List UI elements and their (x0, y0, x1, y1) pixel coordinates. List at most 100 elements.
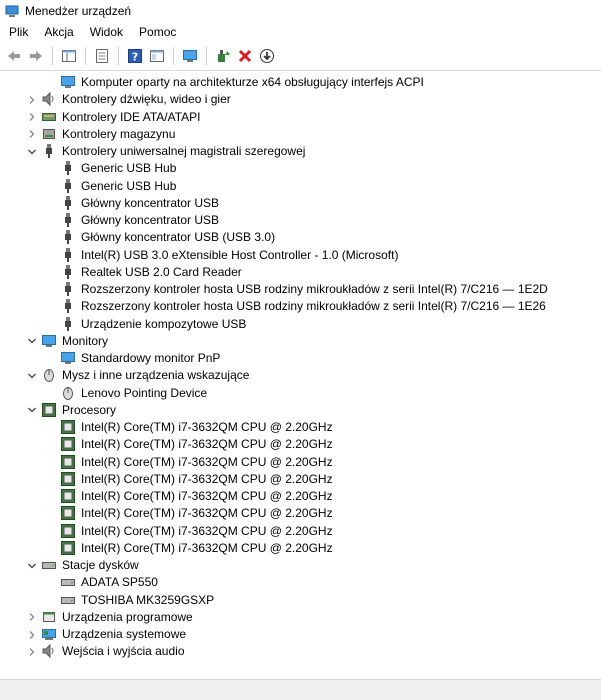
usb-plug-icon (60, 195, 76, 211)
forward-button[interactable] (26, 46, 46, 66)
tree-item-label: Urządzenia systemowe (62, 627, 187, 641)
tree-device[interactable]: Główny koncentrator USB (0, 195, 601, 212)
tree-item-label: Intel(R) Core(TM) i7-3632QM CPU @ 2.20GH… (81, 454, 333, 469)
chevron-right-icon[interactable] (26, 643, 38, 660)
uninstall-device-button[interactable] (257, 46, 277, 66)
tree-device[interactable]: Intel(R) Core(TM) i7-3632QM CPU @ 2.20GH… (0, 505, 601, 522)
tree-item-label: Główny koncentrator USB (USB 3.0) (81, 230, 276, 245)
ide-controller-icon (41, 109, 57, 125)
show-hide-tree-button[interactable] (59, 46, 79, 66)
chevron-down-icon[interactable] (26, 143, 38, 160)
monitor-icon (60, 350, 76, 366)
processor-icon (60, 523, 76, 539)
mouse-icon (41, 367, 57, 383)
chevron-down-icon[interactable] (26, 367, 38, 384)
chevron-right-icon[interactable] (26, 126, 38, 143)
tree-device[interactable]: Intel(R) Core(TM) i7-3632QM CPU @ 2.20GH… (0, 488, 601, 505)
chevron-down-icon[interactable] (26, 557, 38, 574)
tree-category[interactable]: Mysz i inne urządzenia wskazujące (0, 367, 601, 384)
processor-icon (60, 419, 76, 435)
chevron-right-icon[interactable] (26, 109, 38, 126)
monitor-icon (60, 74, 76, 90)
tree-device[interactable]: Urządzenie kompozytowe USB (0, 316, 601, 333)
tree-item-label: Intel(R) Core(TM) i7-3632QM CPU @ 2.20GH… (81, 471, 333, 486)
tree-category[interactable]: Stacje dysków (0, 557, 601, 574)
tree-device[interactable]: Rozszerzony kontroler hosta USB rodziny … (0, 298, 601, 315)
disk-drive-icon (60, 574, 76, 590)
tree-item-label: Kontrolery uniwersalnej magistrali szere… (62, 144, 306, 158)
tree-category[interactable]: Kontrolery uniwersalnej magistrali szere… (0, 143, 601, 160)
menu-pomoc[interactable]: Pomoc (131, 25, 184, 39)
tree-device[interactable]: Intel(R) Core(TM) i7-3632QM CPU @ 2.20GH… (0, 419, 601, 436)
usb-plug-icon (41, 143, 57, 159)
tree-item-label: Monitory (62, 333, 109, 348)
tree-device[interactable]: TOSHIBA MK3259GSXP (0, 592, 601, 609)
tree-category[interactable]: Urządzenia systemowe (0, 626, 601, 643)
tree-item-label: Wejścia i wyjścia audio (62, 644, 185, 659)
help-button[interactable]: ? (125, 46, 145, 66)
mouse-icon (60, 385, 76, 401)
tree-device[interactable]: Intel(R) USB 3.0 eXtensible Host Control… (0, 247, 601, 264)
tree-item-label: Realtek USB 2.0 Card Reader (81, 264, 242, 279)
tree-item-label: Intel(R) Core(TM) i7-3632QM CPU @ 2.20GH… (81, 489, 333, 503)
tree-device[interactable]: Intel(R) Core(TM) i7-3632QM CPU @ 2.20GH… (0, 523, 601, 540)
tree-device[interactable]: Intel(R) Core(TM) i7-3632QM CPU @ 2.20GH… (0, 471, 601, 488)
disk-drive-icon (60, 592, 76, 608)
chevron-down-icon[interactable] (26, 402, 38, 419)
tree-device[interactable]: Rozszerzony kontroler hosta USB rodziny … (0, 281, 601, 298)
speaker-icon (41, 91, 57, 107)
chevron-right-icon[interactable] (26, 91, 38, 108)
status-bar (0, 679, 601, 700)
tree-device[interactable]: Główny koncentrator USB (0, 212, 601, 229)
tree-device[interactable]: Intel(R) Core(TM) i7-3632QM CPU @ 2.20GH… (0, 436, 601, 453)
tree-item-label: Procesory (62, 402, 117, 417)
menu-plik[interactable]: Plik (0, 25, 36, 39)
tree-item-label: ADATA SP550 (81, 575, 158, 590)
tree-category[interactable]: Kontrolery IDE ATA/ATAPI (0, 109, 601, 126)
red-x-icon (238, 49, 252, 63)
console-view-button[interactable] (147, 46, 167, 66)
tree-item-label: Intel(R) USB 3.0 eXtensible Host Control… (81, 247, 399, 262)
menu-widok[interactable]: Widok (82, 25, 131, 39)
speaker-icon (41, 643, 57, 659)
tree-device[interactable]: Lenovo Pointing Device (0, 385, 601, 402)
tree-category[interactable]: Urządzenia programowe (0, 609, 601, 626)
tree-item-label: Generic USB Hub (81, 161, 177, 176)
tree-category[interactable]: Kontrolery dźwięku, wideo i gier (0, 91, 601, 108)
properties-button[interactable] (92, 46, 112, 66)
tree-device[interactable]: Generic USB Hub (0, 178, 601, 195)
window-title: Menedżer urządzeń (25, 4, 132, 18)
tree-item-label: Rozszerzony kontroler hosta USB rodziny … (81, 299, 546, 314)
back-button[interactable] (4, 46, 24, 66)
tree-device[interactable]: Generic USB Hub (0, 160, 601, 177)
menu-akcja[interactable]: Akcja (36, 25, 81, 39)
tree-item-label: Kontrolery magazynu (62, 126, 176, 141)
scan-hardware-button[interactable] (180, 46, 200, 66)
tree-category[interactable]: Wejścia i wyjścia audio (0, 643, 601, 660)
tree-item-label: TOSHIBA MK3259GSXP (81, 592, 215, 607)
processor-icon (60, 471, 76, 487)
tree-device[interactable]: ADATA SP550 (0, 574, 601, 591)
tree-device[interactable]: Intel(R) Core(TM) i7-3632QM CPU @ 2.20GH… (0, 540, 601, 557)
update-driver-button[interactable] (213, 46, 233, 66)
toolbar-separator (118, 47, 119, 65)
chevron-down-icon[interactable] (26, 333, 38, 350)
tree-category[interactable]: Monitory (0, 333, 601, 350)
processor-icon (41, 402, 57, 418)
device-tree[interactable]: Komputer oparty na architekturze x64 obs… (0, 71, 601, 679)
tree-device[interactable]: Realtek USB 2.0 Card Reader (0, 264, 601, 281)
disable-device-button[interactable] (235, 46, 255, 66)
tree-category[interactable]: Procesory (0, 402, 601, 419)
tree-item-label: Mysz i inne urządzenia wskazujące (62, 368, 250, 383)
chevron-right-icon[interactable] (26, 609, 38, 626)
arrow-right-icon (30, 51, 42, 61)
tree-item-label: Generic USB Hub (81, 178, 177, 193)
tree-device[interactable]: Intel(R) Core(TM) i7-3632QM CPU @ 2.20GH… (0, 454, 601, 471)
tree-device[interactable]: Standardowy monitor PnP (0, 350, 601, 367)
tree-category[interactable]: Kontrolery magazynu (0, 126, 601, 143)
tree-device[interactable]: Główny koncentrator USB (USB 3.0) (0, 229, 601, 246)
tree-device[interactable]: Komputer oparty na architekturze x64 obs… (0, 74, 601, 91)
usb-plug-icon (60, 212, 76, 228)
tree-item-label: Intel(R) Core(TM) i7-3632QM CPU @ 2.20GH… (81, 437, 333, 452)
chevron-right-icon[interactable] (26, 626, 38, 643)
